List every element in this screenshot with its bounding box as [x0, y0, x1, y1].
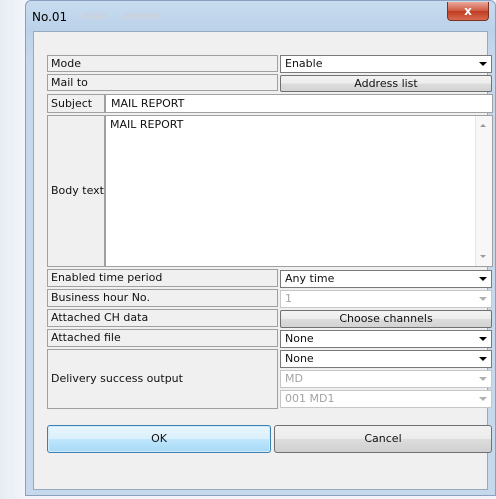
enabled-time-period-value: Any time	[285, 272, 335, 285]
dialog-content: Mode Enable Mail to Address list Subject…	[33, 31, 493, 490]
body-text-label: Body text	[47, 115, 105, 267]
subject-label: Subject	[47, 94, 105, 113]
chevron-down-icon	[479, 397, 487, 401]
chevron-down-icon	[479, 357, 487, 361]
mail-settings-dialog: No.01 x Mode Enable Mail to Address list…	[25, 0, 496, 496]
delivery-output-value-1: None	[285, 352, 314, 365]
window-title: No.01	[32, 10, 68, 24]
business-hour-no-value: 1	[285, 292, 292, 305]
choose-channels-button[interactable]: Choose channels	[280, 310, 492, 328]
delivery-output-value-2: MD	[285, 372, 303, 385]
delivery-success-output-label: Delivery success output	[47, 349, 278, 409]
mode-select[interactable]: Enable	[280, 55, 492, 73]
attached-file-select[interactable]: None	[280, 330, 492, 348]
business-hour-no-select[interactable]: 1	[280, 290, 492, 308]
chevron-down-icon	[479, 337, 487, 341]
cancel-button[interactable]: Cancel	[274, 425, 492, 453]
chevron-down-icon	[479, 277, 487, 281]
mail-to-label: Mail to	[47, 74, 278, 91]
body-text-area[interactable]: MAIL REPORT	[105, 115, 493, 267]
delivery-output-select-2[interactable]: MD	[280, 370, 492, 388]
business-hour-no-label: Business hour No.	[47, 289, 278, 307]
subject-input[interactable]: MAIL REPORT	[105, 94, 493, 113]
title-blurred-text	[123, 13, 161, 19]
attached-ch-data-label: Attached CH data	[47, 309, 278, 327]
delivery-output-value-3: 001 MD1	[285, 392, 335, 405]
title-blurred-text	[82, 13, 108, 19]
mode-select-value: Enable	[285, 57, 323, 70]
scroll-up-icon[interactable]	[480, 124, 486, 127]
close-button[interactable]: x	[447, 2, 489, 21]
mode-label: Mode	[47, 55, 278, 72]
attached-file-label: Attached file	[47, 329, 278, 347]
scroll-down-icon[interactable]	[480, 255, 486, 258]
enabled-time-period-label: Enabled time period	[47, 269, 278, 287]
delivery-output-select-1[interactable]: None	[280, 350, 492, 368]
delivery-output-select-3[interactable]: 001 MD1	[280, 390, 492, 408]
body-text-content: MAIL REPORT	[110, 118, 184, 131]
attached-file-value: None	[285, 332, 314, 345]
enabled-time-period-select[interactable]: Any time	[280, 270, 492, 288]
title-bar[interactable]: No.01 x	[26, 1, 495, 31]
ok-button[interactable]: OK	[47, 425, 271, 453]
address-list-button[interactable]: Address list	[280, 75, 492, 92]
chevron-down-icon	[479, 62, 487, 66]
body-text-scrollbar[interactable]	[475, 116, 492, 266]
chevron-down-icon	[479, 297, 487, 301]
chevron-down-icon	[479, 377, 487, 381]
close-icon: x	[464, 4, 472, 18]
